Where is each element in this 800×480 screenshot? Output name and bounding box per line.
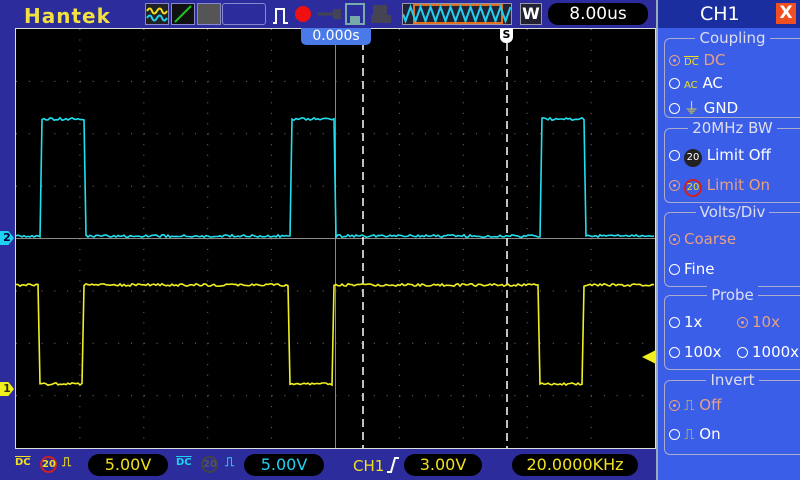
ch1-volts-div[interactable]: 5.00V	[88, 454, 168, 476]
key-icon[interactable]	[318, 8, 342, 20]
channel-waveform-icon[interactable]	[145, 3, 169, 25]
probe-title: Probe	[707, 286, 758, 304]
vdiv-coarse-option[interactable]: Coarse	[669, 230, 736, 248]
trigger-position-label[interactable]: 0.000s	[301, 28, 371, 45]
coupling-gnd-option[interactable]: ⏚ GND	[669, 97, 738, 118]
ch1-menu-panel: CH1 X Coupling DC DC AC AC ⏚ GND 20MHz BW…	[656, 0, 800, 480]
timebase-value[interactable]: 8.00us	[548, 3, 648, 25]
invert-icon: ⎍	[684, 396, 695, 414]
trigger-marker[interactable]: S	[500, 28, 513, 43]
ch2-invert-icon: ⎍	[225, 455, 234, 470]
ch2-coupling-icon: DC	[176, 457, 192, 468]
frequency-readout: 20.0000KHz	[512, 454, 638, 476]
math-icon[interactable]	[171, 3, 195, 25]
save-icon[interactable]	[345, 3, 365, 25]
blank-slot	[222, 3, 266, 25]
bw-20-limit-icon: 20	[684, 179, 702, 197]
pulse-icon[interactable]	[272, 5, 292, 25]
probe-1x-option[interactable]: 1x	[669, 313, 702, 331]
timebase-mode[interactable]: W	[520, 3, 542, 25]
toolbar: Hantek W 8.00us	[0, 0, 655, 28]
print-icon[interactable]	[370, 3, 392, 25]
trigger-source: CH1	[353, 457, 384, 475]
panel-title: CH1	[700, 3, 740, 25]
invert-on-option[interactable]: ⎍ On	[669, 425, 721, 443]
memory-waveform-overview[interactable]	[402, 3, 512, 25]
vdiv-fine-option[interactable]: Fine	[669, 260, 714, 278]
ch2-offset-marker[interactable]: 2	[0, 231, 14, 245]
bw-limit-off-option[interactable]: 20 Limit Off	[669, 146, 771, 167]
ch2-trace	[16, 118, 654, 237]
probe-1000x-option[interactable]: 1000x	[737, 343, 799, 361]
bw-group: 20MHz BW 20 Limit Off 20 Limit On	[664, 128, 800, 203]
ch1-offset-marker[interactable]: 1	[0, 382, 14, 396]
ground-icon: ⏚	[684, 99, 699, 117]
invert-off-option[interactable]: ⎍ Off	[669, 396, 721, 414]
ref-icon[interactable]	[197, 3, 221, 25]
ch1-coupling-icon: DC	[15, 457, 31, 468]
ch1-bw-icon: 20	[40, 456, 57, 473]
coupling-group: Coupling DC DC AC AC ⏚ GND	[664, 38, 800, 118]
volts-div-title: Volts/Div	[696, 203, 770, 221]
ch2-bw-icon: 20	[201, 456, 218, 473]
ac-icon: AC	[684, 80, 698, 91]
waveform-display[interactable]: 0.000s S	[15, 28, 656, 449]
probe-100x-option[interactable]: 100x	[669, 343, 722, 361]
invert-group: Invert ⎍ Off ⎍ On	[664, 380, 800, 455]
coupling-title: Coupling	[695, 29, 769, 47]
status-bar: DC 20 ⎍ 5.00V DC 20 ⎍ 5.00V CH1 3.00V 20…	[0, 449, 656, 480]
coupling-ac-option[interactable]: AC AC	[669, 74, 723, 92]
ch1-invert-icon: ⎍	[62, 455, 71, 470]
invert-title: Invert	[706, 371, 758, 389]
brand-logo: Hantek	[24, 4, 111, 28]
record-icon[interactable]	[295, 6, 311, 22]
close-icon[interactable]: X	[776, 3, 796, 24]
trigger-level[interactable]: 3.00V	[404, 454, 482, 476]
bw-title: 20MHz BW	[688, 119, 777, 137]
rising-edge-icon	[386, 456, 400, 474]
ch2-volts-div[interactable]: 5.00V	[244, 454, 324, 476]
volts-div-group: Volts/Div Coarse Fine	[664, 212, 800, 287]
probe-group: Probe 1x 10x 100x 1000x	[664, 295, 800, 370]
coupling-dc-option[interactable]: DC DC	[669, 51, 726, 69]
probe-10x-option[interactable]: 10x	[737, 313, 780, 331]
invert-icon: ⎍	[684, 425, 695, 443]
bw-20-icon: 20	[684, 149, 702, 167]
dc-icon: DC	[684, 57, 699, 68]
panel-header: CH1 X	[658, 0, 800, 28]
bw-limit-on-option[interactable]: 20 Limit On	[669, 176, 770, 197]
